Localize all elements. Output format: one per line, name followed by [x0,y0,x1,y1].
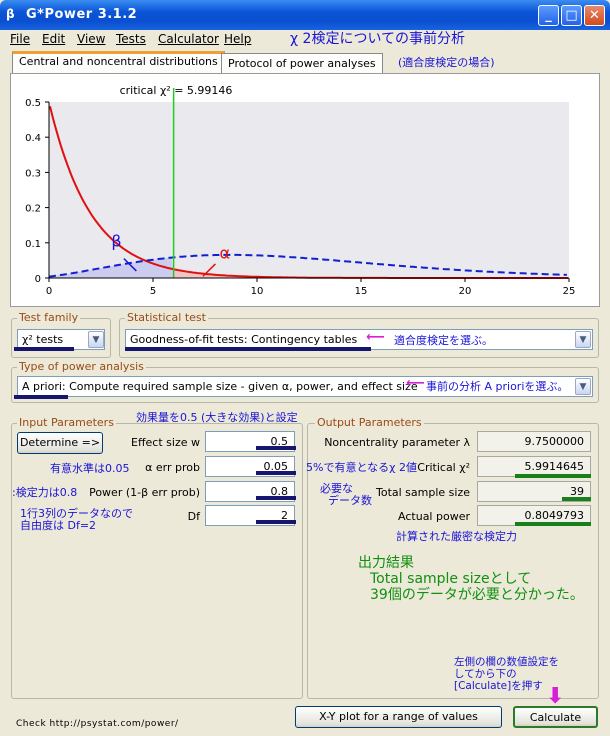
underline-mark [515,522,591,526]
test-family-title: Test family [17,311,81,324]
noncentrality-output: 9.7500000 [477,431,591,452]
menu-edit[interactable]: Edit [42,32,65,46]
power-label: Power (1-β err prob) [89,486,200,499]
pink-down-arrow-icon: ⬇ [546,684,565,709]
y-tick-label: 0 [35,274,41,285]
output-parameters-title: Output Parameters [315,416,424,429]
annotation-title: χ 2検定についての事前分析 [290,31,466,47]
menu-help[interactable]: Help [224,32,251,46]
chevron-down-icon[interactable]: ▼ [575,378,591,395]
input-parameters-title: Input Parameters [17,416,116,429]
underline-mark [256,496,296,500]
y-tick-label: 0.1 [25,239,41,250]
maximize-button[interactable]: □ [561,5,582,26]
annotation-actual-power: 計算された厳密な検定力 [396,530,517,543]
distribution-chart: critical χ² = 5.99146 0 5 10 15 20 25 0 0.1 0.2 0.… [25,84,576,297]
x-tick-label: 20 [459,286,472,297]
df-label: Df [187,510,200,523]
power-analysis-value: A priori: Compute required sample size -… [22,380,418,393]
annotation-effect-size: 効果量を0.5 (大きな効果)と設定 [136,411,298,424]
minimize-button[interactable]: _ [538,5,559,26]
annotation-critical: 5%で有意となるχ 2値 [306,461,417,474]
underline-mark [256,446,296,450]
statistical-test-title: Statistical test [125,311,208,324]
xy-plot-button[interactable]: X-Y plot for a range of values [295,706,502,728]
underline-mark [14,347,74,351]
annotation-df-2: 自由度は Df=2 [20,519,97,532]
x-tick-label: 10 [251,286,264,297]
app-icon: β [6,7,15,21]
actual-power-label: Actual power [398,510,470,523]
tab-distributions[interactable]: Central and noncentral distributions [12,51,225,73]
check-url-text: Check http://psystat.com/power/ [16,719,179,729]
critical-value-label: critical χ² = 5.99146 [120,84,233,97]
y-tick-label: 0.2 [25,204,41,215]
menu-tests[interactable]: Tests [116,32,146,46]
annotation-power-analysis: 事前の分析 A prioriを選ぶ。 [426,378,569,394]
underline-mark [562,497,591,501]
determine-button[interactable]: Determine => [17,432,103,454]
annotation-result-line2: 39個のデータが必要と分かった。 [370,587,584,603]
chart-panel: critical χ² = 5.99146 0 5 10 15 20 25 0 0.1 0.2 0.… [10,73,600,307]
x-tick-label: 15 [355,286,368,297]
x-tick-label: 25 [563,286,576,297]
chevron-down-icon[interactable]: ▼ [575,331,591,348]
menu-file[interactable]: File [10,32,30,46]
alpha-label: α [220,244,231,263]
noncentrality-label: Noncentrality parameter λ [324,436,470,449]
underline-mark [125,347,371,351]
annotation-calc-3: [Calculate]を押す [454,680,543,692]
statistical-test-value: Goodness-of-fit tests: Contingency table… [130,333,358,346]
y-tick-label: 0.4 [25,133,41,144]
tab-protocol[interactable]: Protocol of power analyses [221,53,383,74]
y-tick-label: 0.3 [25,168,41,179]
beta-label: β [111,231,121,250]
alpha-label: α err prob [145,461,200,474]
menu-view[interactable]: View [77,32,105,46]
power-analysis-title: Type of power analysis [17,360,146,373]
underline-mark [256,471,296,475]
annotation-sample-2: データ数 [328,494,372,507]
pink-arrow-icon: ⟵ [366,330,385,345]
underline-mark [256,520,296,524]
chevron-down-icon[interactable]: ▼ [88,331,104,348]
pink-arrow-icon: ⟵ [406,376,425,391]
y-tick-label: 0.5 [25,98,41,109]
underline-mark [14,395,68,399]
annotation-stat-test: 適合度検定を選ぶ。 [394,334,493,347]
calculate-button[interactable]: Calculate [513,706,598,728]
x-tick-label: 5 [150,286,156,297]
menu-calculator[interactable]: Calculator [158,32,219,46]
underline-mark [515,474,591,478]
close-button[interactable]: ✕ [584,5,605,26]
x-tick-label: 0 [46,286,52,297]
annotation-power: :検定力は0.8 [12,486,78,499]
effect-size-label: Effect size w [131,436,200,449]
window-title: G*Power 3.1.2 [26,7,138,22]
annotation-subtitle: (適合度検定の場合) [398,56,495,69]
total-sample-size-label: Total sample size [375,486,470,499]
critical-label: Critical χ² [417,461,470,474]
